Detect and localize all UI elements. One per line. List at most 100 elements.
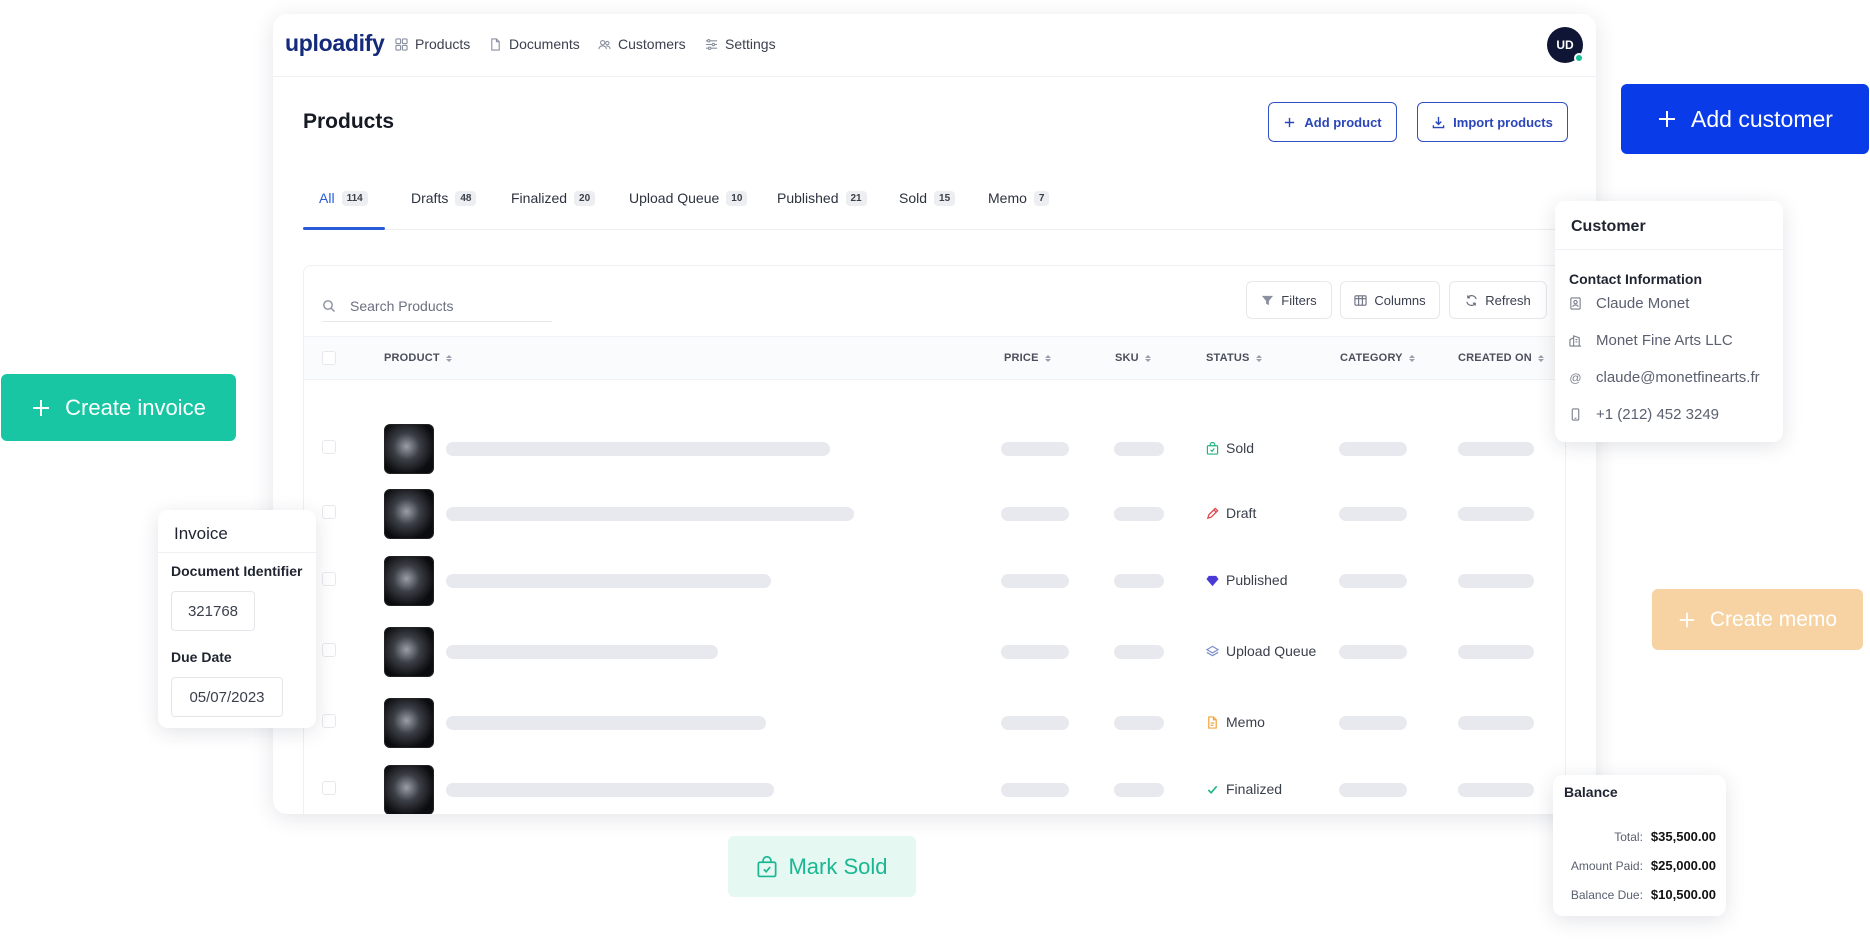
tab-all[interactable]: All 114 bbox=[319, 190, 368, 206]
price-placeholder bbox=[1001, 716, 1069, 730]
balance-card: Balance Total: $35,500.00 Amount Paid: $… bbox=[1553, 775, 1726, 916]
tab-label: Sold bbox=[899, 190, 928, 206]
product-thumbnail bbox=[384, 627, 434, 677]
column-header-category[interactable]: CATEGORY bbox=[1340, 352, 1415, 364]
tab-finalized[interactable]: Finalized 20 bbox=[511, 190, 596, 206]
contact-email[interactable]: claude@monetfinearts.fr bbox=[1596, 369, 1760, 386]
tab-label: Drafts bbox=[411, 190, 449, 206]
row-checkbox[interactable] bbox=[322, 440, 336, 454]
row-checkbox[interactable] bbox=[322, 714, 336, 728]
divider bbox=[158, 552, 316, 553]
sliders-icon bbox=[705, 38, 718, 50]
column-header-product[interactable]: PRODUCT bbox=[384, 352, 452, 364]
table-row[interactable]: Published bbox=[304, 548, 1565, 610]
status-cell: Published bbox=[1206, 572, 1288, 588]
avatar-initials: UD bbox=[1556, 38, 1574, 52]
nav-item-customers[interactable]: Customers bbox=[598, 36, 686, 52]
column-header-label: SKU bbox=[1115, 352, 1139, 364]
search-products-input[interactable]: Search Products bbox=[322, 290, 552, 322]
tab-count-badge: 15 bbox=[934, 190, 956, 206]
mark-sold-button[interactable]: Mark Sold bbox=[728, 836, 916, 897]
download-icon bbox=[1432, 116, 1445, 128]
status-label: Finalized bbox=[1226, 781, 1283, 797]
customer-card: Customer Contact Information Claude Mone… bbox=[1555, 201, 1783, 442]
contact-company: Monet Fine Arts LLC bbox=[1596, 332, 1733, 349]
add-product-label: Add product bbox=[1304, 114, 1382, 130]
nav-item-settings[interactable]: Settings bbox=[705, 36, 776, 52]
row-checkbox[interactable] bbox=[322, 505, 336, 519]
file-icon bbox=[1208, 715, 1217, 729]
status-label: Upload Queue bbox=[1226, 643, 1317, 659]
building-icon bbox=[1569, 335, 1582, 347]
sku-placeholder bbox=[1114, 645, 1164, 659]
tab-label: All bbox=[319, 190, 335, 206]
product-name-placeholder bbox=[446, 442, 830, 456]
create-invoice-label: Create invoice bbox=[65, 394, 206, 420]
table-row[interactable]: Memo bbox=[304, 690, 1565, 752]
add-customer-label: Add customer bbox=[1691, 105, 1833, 132]
column-header-price[interactable]: PRICE bbox=[1004, 352, 1051, 364]
table-row[interactable]: Finalized bbox=[304, 757, 1565, 814]
tab-drafts[interactable]: Drafts 48 bbox=[411, 190, 477, 206]
invoice-card: Invoice Document Identifier 321768 Due D… bbox=[158, 510, 316, 728]
sort-icon bbox=[445, 354, 452, 362]
table-row[interactable]: Sold bbox=[304, 416, 1565, 478]
column-header-label: CATEGORY bbox=[1340, 352, 1403, 364]
due-date-label: Due Date bbox=[171, 649, 232, 665]
product-name-placeholder bbox=[446, 507, 854, 521]
due-date-field[interactable]: 05/07/2023 bbox=[171, 677, 283, 717]
column-header-sku[interactable]: SKU bbox=[1115, 352, 1151, 364]
sort-icon bbox=[1537, 354, 1544, 362]
import-products-button[interactable]: Import products bbox=[1417, 102, 1568, 142]
document-identifier-field[interactable]: 321768 bbox=[171, 591, 255, 631]
diamond-icon bbox=[1206, 575, 1219, 586]
tab-memo[interactable]: Memo 7 bbox=[988, 190, 1050, 206]
columns-icon bbox=[1354, 294, 1367, 306]
document-identifier-label: Document Identifier bbox=[171, 563, 303, 579]
tab-count-badge: 21 bbox=[845, 190, 867, 206]
add-product-button[interactable]: Add product bbox=[1268, 102, 1397, 142]
add-customer-button[interactable]: Add customer bbox=[1621, 84, 1869, 154]
tab-count-badge: 20 bbox=[574, 190, 596, 206]
import-products-label: Import products bbox=[1453, 114, 1553, 130]
contact-phone[interactable]: +1 (212) 452 3249 bbox=[1596, 406, 1719, 423]
row-checkbox[interactable] bbox=[322, 572, 336, 586]
user-avatar[interactable]: UD bbox=[1547, 27, 1584, 63]
nav-item-products[interactable]: Products bbox=[395, 36, 470, 52]
row-checkbox[interactable] bbox=[322, 781, 336, 795]
row-checkbox[interactable] bbox=[322, 643, 336, 657]
tab-published[interactable]: Published 21 bbox=[777, 190, 867, 206]
plus-icon bbox=[33, 399, 50, 416]
category-placeholder bbox=[1339, 507, 1407, 521]
category-placeholder bbox=[1339, 574, 1407, 588]
brand-logo[interactable]: uploadify bbox=[285, 30, 385, 57]
nav-item-documents[interactable]: Documents bbox=[489, 36, 580, 52]
status-label: Sold bbox=[1226, 440, 1255, 456]
layers-icon bbox=[1206, 645, 1219, 656]
create-memo-button[interactable]: Create memo bbox=[1652, 589, 1863, 650]
document-icon bbox=[491, 37, 500, 51]
filters-button[interactable]: Filters bbox=[1246, 281, 1332, 319]
table-row[interactable]: Draft bbox=[304, 481, 1565, 543]
category-placeholder bbox=[1339, 783, 1407, 797]
status-cell: Upload Queue bbox=[1206, 643, 1316, 659]
refresh-icon bbox=[1466, 294, 1477, 306]
select-all-checkbox[interactable] bbox=[322, 351, 336, 365]
contact-information-heading: Contact Information bbox=[1569, 271, 1702, 287]
product-name-placeholder bbox=[446, 783, 774, 797]
column-header-created-on[interactable]: CREATED ON bbox=[1458, 352, 1544, 364]
tab-count-badge: 48 bbox=[455, 190, 477, 206]
tab-count-badge: 114 bbox=[341, 190, 368, 206]
table-row[interactable]: Upload Queue bbox=[304, 619, 1565, 681]
mark-sold-label: Mark Sold bbox=[788, 853, 888, 879]
columns-button[interactable]: Columns bbox=[1340, 281, 1440, 319]
refresh-button[interactable]: Refresh bbox=[1449, 281, 1547, 319]
column-header-status[interactable]: STATUS bbox=[1206, 352, 1262, 364]
tab-count-badge: 10 bbox=[726, 190, 748, 206]
tab-upload-queue[interactable]: Upload Queue 10 bbox=[629, 190, 748, 206]
create-invoice-button[interactable]: Create invoice bbox=[1, 374, 236, 441]
product-name-placeholder bbox=[446, 716, 766, 730]
nav-label: Settings bbox=[725, 36, 776, 52]
tab-sold[interactable]: Sold 15 bbox=[899, 190, 956, 206]
app-window: uploadify Products Documents Customers S… bbox=[273, 14, 1596, 814]
